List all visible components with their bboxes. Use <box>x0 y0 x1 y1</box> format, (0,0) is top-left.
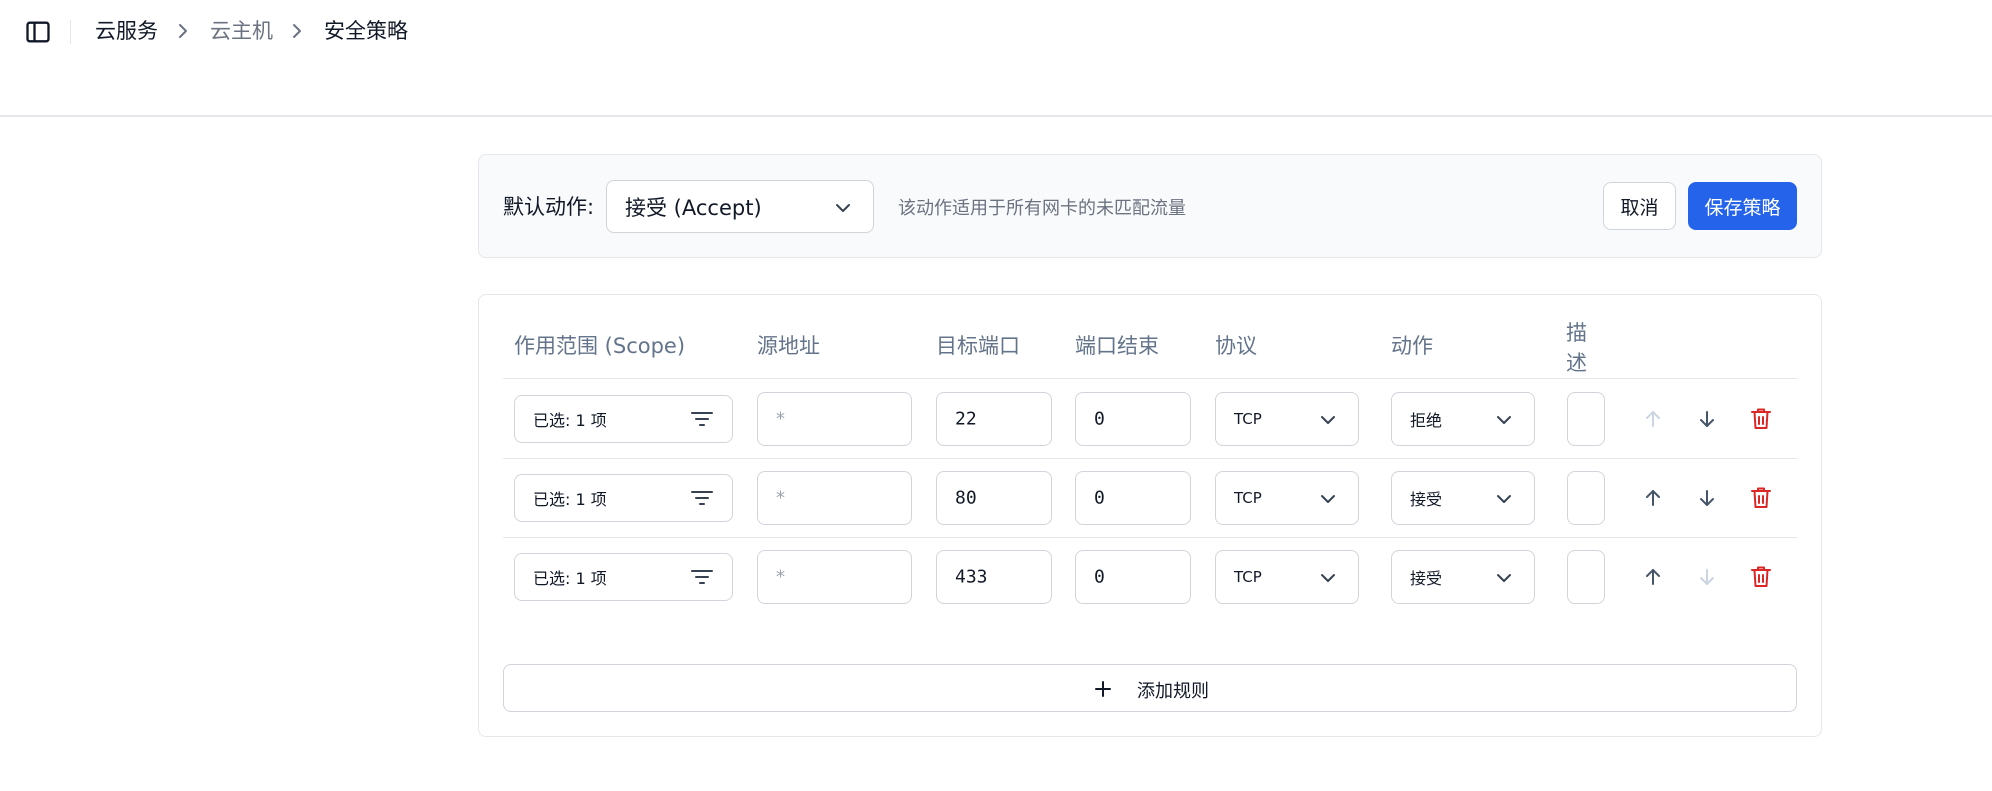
move-down-button[interactable] <box>1691 561 1723 593</box>
description-input[interactable] <box>1567 550 1605 604</box>
column-header-description: 描述 <box>1566 321 1587 375</box>
scope-select[interactable]: 已选: 1 项 <box>514 395 733 443</box>
chevron-down-icon <box>1497 416 1511 424</box>
port-end-value: 0 <box>1094 408 1105 430</box>
port-value: 80 <box>955 487 977 509</box>
port-value: 22 <box>955 408 977 430</box>
move-down-button[interactable] <box>1691 482 1723 514</box>
chevron-right-icon <box>293 24 301 38</box>
port-end-input[interactable]: 0 <box>1075 392 1191 446</box>
description-input[interactable] <box>1567 471 1605 525</box>
port-value: 433 <box>955 566 988 588</box>
header-divider <box>70 20 71 44</box>
chevron-right-icon <box>179 24 187 38</box>
port-end-input[interactable]: 0 <box>1075 471 1191 525</box>
breadcrumb-cloud-services[interactable]: 云服务 <box>95 16 158 46</box>
scope-value: 已选: 1 项 <box>533 411 607 430</box>
column-header-scope: 作用范围 (Scope) <box>514 334 686 358</box>
delete-rule-button[interactable] <box>1745 482 1777 514</box>
action-select[interactable]: 接受 <box>1391 471 1535 525</box>
action-select[interactable]: 拒绝 <box>1391 392 1535 446</box>
source-input[interactable]: * <box>757 550 912 604</box>
action-value: 接受 <box>1410 490 1443 509</box>
trash-icon <box>1751 408 1771 429</box>
chevron-down-icon <box>1497 495 1511 503</box>
filter-icon <box>691 570 713 584</box>
plus-icon <box>1095 681 1111 697</box>
source-placeholder: * <box>776 408 785 430</box>
port-end-value: 0 <box>1094 487 1105 509</box>
protocol-select[interactable]: TCP <box>1215 471 1359 525</box>
trash-icon <box>1751 487 1771 508</box>
trash-icon <box>1751 566 1771 587</box>
arrow-up-icon <box>1646 490 1660 506</box>
column-header-source: 源地址 <box>757 334 820 358</box>
port-end-value: 0 <box>1094 566 1105 588</box>
scope-value: 已选: 1 项 <box>533 490 607 509</box>
description-input[interactable] <box>1567 392 1605 446</box>
default-action-hint: 该动作适用于所有网卡的未匹配流量 <box>898 198 1186 219</box>
move-down-button[interactable] <box>1691 403 1723 435</box>
header-divider-line <box>503 378 1797 379</box>
arrow-down-icon <box>1700 490 1714 506</box>
source-input[interactable]: * <box>757 471 912 525</box>
scope-select[interactable]: 已选: 1 项 <box>514 553 733 601</box>
sidebar-toggle-icon[interactable] <box>24 18 52 46</box>
protocol-value: TCP <box>1234 568 1262 586</box>
action-select[interactable]: 接受 <box>1391 550 1535 604</box>
column-header-action: 动作 <box>1391 334 1433 358</box>
column-header-protocol: 协议 <box>1215 334 1257 358</box>
port-input[interactable]: 22 <box>936 392 1052 446</box>
port-end-input[interactable]: 0 <box>1075 550 1191 604</box>
chevron-down-icon <box>1321 495 1335 503</box>
default-action-value: 接受 (Accept) <box>625 195 762 220</box>
add-rule-button[interactable]: 添加规则 <box>503 664 1797 712</box>
breadcrumb-cloud-hosts[interactable]: 云主机 <box>210 16 273 46</box>
scope-value: 已选: 1 项 <box>533 569 607 588</box>
save-policy-button[interactable]: 保存策略 <box>1688 182 1797 230</box>
protocol-value: TCP <box>1234 410 1262 428</box>
action-value: 拒绝 <box>1410 411 1443 430</box>
source-placeholder: * <box>776 566 785 588</box>
default-action-label: 默认动作: <box>503 195 595 219</box>
protocol-value: TCP <box>1234 489 1262 507</box>
arrow-down-icon <box>1700 569 1714 585</box>
source-input[interactable]: * <box>757 392 912 446</box>
arrow-down-icon <box>1700 411 1714 427</box>
port-input[interactable]: 433 <box>936 550 1052 604</box>
chevron-down-icon <box>1321 574 1335 582</box>
chevron-down-icon <box>1497 574 1511 582</box>
breadcrumb-security-policy: 安全策略 <box>324 19 408 43</box>
action-value: 接受 <box>1410 569 1443 588</box>
top-bar: 云服务 云主机 安全策略 <box>0 0 1992 117</box>
default-action-select[interactable]: 接受 (Accept) <box>606 180 874 233</box>
scope-select[interactable]: 已选: 1 项 <box>514 474 733 522</box>
arrow-up-icon <box>1646 569 1660 585</box>
chevron-down-icon <box>836 204 850 212</box>
column-header-port-end: 端口结束 <box>1075 334 1159 358</box>
delete-rule-button[interactable] <box>1745 403 1777 435</box>
protocol-select[interactable]: TCP <box>1215 392 1359 446</box>
port-input[interactable]: 80 <box>936 471 1052 525</box>
move-up-button[interactable] <box>1637 403 1669 435</box>
filter-icon <box>691 491 713 505</box>
row-divider <box>503 537 1797 538</box>
move-up-button[interactable] <box>1637 561 1669 593</box>
column-header-port: 目标端口 <box>936 334 1020 358</box>
filter-icon <box>691 412 713 426</box>
cancel-button[interactable]: 取消 <box>1603 182 1676 230</box>
chevron-down-icon <box>1321 416 1335 424</box>
move-up-button[interactable] <box>1637 482 1669 514</box>
add-rule-label: 添加规则 <box>1137 681 1209 702</box>
source-placeholder: * <box>776 487 785 509</box>
delete-rule-button[interactable] <box>1745 561 1777 593</box>
row-divider <box>503 458 1797 459</box>
arrow-up-icon <box>1646 411 1660 427</box>
protocol-select[interactable]: TCP <box>1215 550 1359 604</box>
